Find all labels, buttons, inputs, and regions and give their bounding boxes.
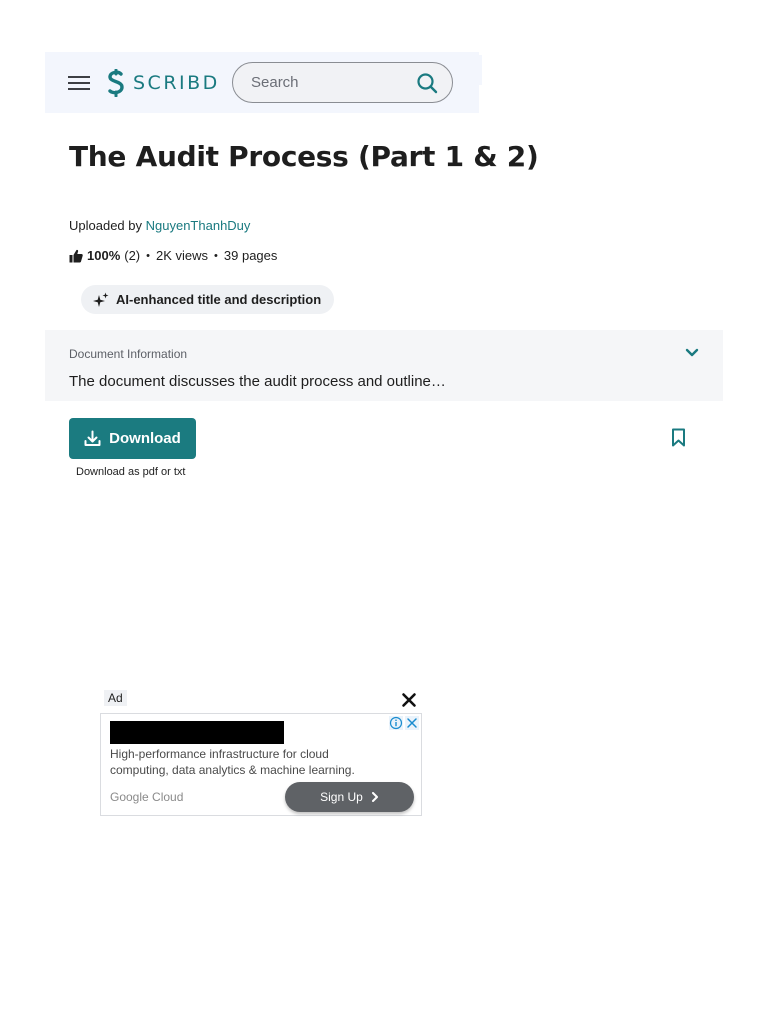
ad-close-icon[interactable]	[405, 716, 419, 730]
uploader-link[interactable]: NguyenThanhDuy	[146, 218, 251, 233]
document-title: The Audit Process (Part 1 & 2)	[69, 140, 539, 173]
scribd-logo-icon	[108, 69, 124, 97]
separator-dot: •	[146, 249, 150, 262]
ad-brand: Google Cloud	[110, 790, 184, 804]
ai-badge-label: AI-enhanced title and description	[116, 292, 322, 307]
ad-info-icon[interactable]	[389, 716, 403, 730]
views-count: 2K views	[156, 248, 209, 263]
ad-signup-button[interactable]: Sign Up	[285, 782, 414, 812]
chevron-down-icon[interactable]	[685, 348, 699, 358]
close-icon[interactable]	[401, 692, 417, 708]
pages-count: 39 pages	[223, 248, 278, 263]
uploaded-by: Uploaded by NguyenThanhDuy	[69, 218, 250, 233]
chevron-right-icon	[371, 792, 378, 802]
search-icon[interactable]	[416, 72, 438, 94]
bookmark-icon[interactable]	[671, 428, 686, 447]
menu-icon[interactable]	[68, 75, 90, 91]
uploaded-by-prefix: Uploaded by	[69, 218, 142, 233]
ai-enhanced-badge: AI-enhanced title and description	[81, 285, 335, 314]
top-header: SCRIBD	[45, 52, 479, 113]
search-box[interactable]	[232, 62, 453, 103]
ad-banner[interactable]: High-performance infrastructure for clou…	[100, 713, 422, 816]
thumbs-up-icon	[69, 249, 83, 262]
download-button-label: Download	[109, 430, 181, 447]
ad-label: Ad	[104, 690, 127, 706]
document-information-label: Document Information	[69, 347, 188, 361]
download-button[interactable]: Download	[69, 418, 196, 459]
download-icon	[84, 430, 101, 446]
separator-dot: •	[214, 249, 218, 262]
rating-percent: 100%	[87, 248, 121, 263]
download-note: Download as pdf or txt	[76, 466, 186, 478]
ad-headline-redacted	[110, 721, 284, 744]
ad-signup-label: Sign Up	[320, 790, 363, 804]
header-edge	[478, 55, 482, 85]
document-information-panel[interactable]: Document Information The document discus…	[45, 330, 723, 401]
ad-choices[interactable]	[389, 716, 419, 730]
document-description: The document discusses the audit process…	[69, 373, 446, 390]
sparkle-icon	[93, 292, 109, 307]
ad-body-text: High-performance infrastructure for clou…	[110, 747, 355, 777]
search-input[interactable]	[249, 73, 399, 92]
rating-count: (2)	[124, 248, 141, 263]
logo-text: SCRIBD	[133, 72, 220, 94]
document-stats: 100% (2) • 2K views • 39 pages	[69, 248, 277, 263]
scribd-logo[interactable]: SCRIBD	[105, 69, 220, 97]
